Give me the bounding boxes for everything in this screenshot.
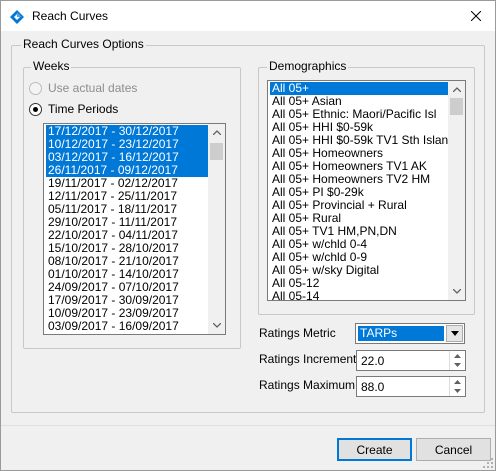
chevron-up-icon: [452, 87, 461, 92]
radio-circle: [29, 102, 42, 116]
spin-down-button[interactable]: [450, 360, 465, 370]
ratings-increment-spinner[interactable]: 22.0: [356, 350, 466, 371]
chevron-down-icon: [452, 289, 461, 294]
time-periods-scrollbar[interactable]: [208, 124, 225, 334]
spinner-buttons: [449, 377, 465, 396]
resize-grip-icon[interactable]: [483, 458, 493, 468]
ratings-maximum-label: Ratings Maximum: [259, 378, 356, 392]
weeks-group-label: Weeks: [31, 59, 72, 73]
spin-down-button[interactable]: [450, 386, 465, 396]
reach-curves-dialog: Reach Curves Reach Curves Options Weeks …: [0, 0, 496, 471]
ratings-increment-value: 22.0: [361, 354, 385, 368]
radio-dot: [33, 106, 38, 112]
scroll-up-arrow[interactable]: [208, 124, 225, 141]
time-periods-radio[interactable]: Time Periods: [29, 102, 118, 116]
ratings-metric-label: Ratings Metric: [259, 326, 336, 340]
ratings-maximum-spinner[interactable]: 88.0: [356, 376, 466, 397]
time-periods-list[interactable]: 17/12/2017 - 30/12/2017 10/12/2017 - 23/1…: [43, 123, 226, 335]
footer-separator: [1, 425, 495, 426]
window-title: Reach Curves: [32, 9, 109, 23]
scroll-thumb[interactable]: [210, 143, 223, 160]
chevron-down-icon: [450, 331, 459, 336]
ratings-increment-label: Ratings Increment: [259, 352, 357, 366]
close-icon: [471, 11, 481, 21]
time-periods-label: Time Periods: [48, 102, 119, 116]
scroll-thumb[interactable]: [450, 98, 463, 115]
close-button[interactable]: [465, 5, 487, 27]
scroll-down-arrow[interactable]: [448, 283, 465, 300]
caret-down-icon: [454, 389, 461, 393]
create-button[interactable]: Create: [337, 438, 412, 461]
ratings-metric-select[interactable]: TARPs: [355, 323, 465, 344]
ratings-metric-value: TARPs: [358, 326, 444, 341]
cancel-button[interactable]: Cancel: [416, 438, 491, 461]
demographics-group-label: Demographics: [267, 59, 349, 73]
use-actual-dates-label: Use actual dates: [48, 81, 138, 95]
dropdown-button[interactable]: [446, 325, 463, 342]
use-actual-dates-radio[interactable]: Use actual dates: [29, 81, 137, 95]
chevron-down-icon: [212, 323, 221, 328]
reach-curves-options-label: Reach Curves Options: [21, 37, 146, 51]
spinner-buttons: [449, 351, 465, 370]
demographics-list[interactable]: All 05+ All 05+ Asian All 05+ Ethnic: Maor…: [267, 80, 466, 301]
radio-circle: [29, 81, 42, 95]
chevron-up-icon: [212, 130, 221, 135]
ratings-maximum-value: 88.0: [361, 380, 385, 394]
caret-up-icon: [454, 380, 461, 384]
list-item[interactable]: 03/09/2017 - 16/09/2017: [46, 320, 208, 333]
demographics-scrollbar[interactable]: [448, 81, 465, 300]
caret-up-icon: [454, 354, 461, 358]
title-bar: Reach Curves: [1, 1, 495, 31]
caret-down-icon: [454, 363, 461, 367]
scroll-down-arrow[interactable]: [208, 317, 225, 334]
list-item[interactable]: All 05-14: [270, 290, 448, 301]
diamond-app-icon: [10, 10, 24, 24]
scroll-up-arrow[interactable]: [448, 81, 465, 98]
